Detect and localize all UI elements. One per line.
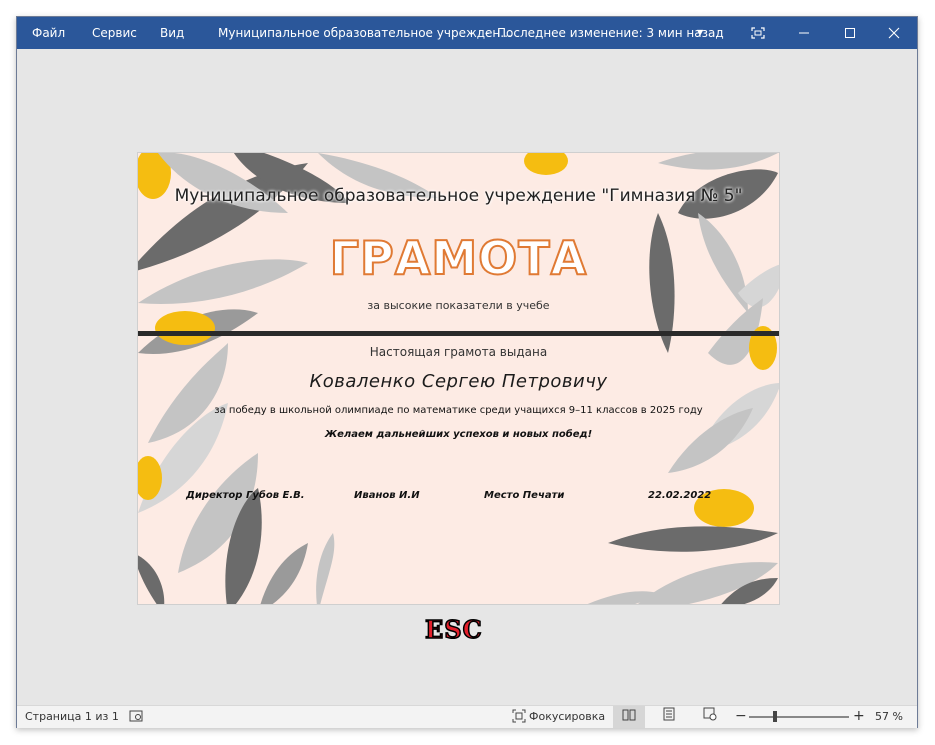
document-title[interactable]: Муниципальное образовательное учрежден..… — [218, 26, 512, 40]
zoom-slider-thumb[interactable] — [773, 711, 777, 722]
word-window: Файл Сервис Вид Муниципальное образовате… — [16, 16, 918, 728]
zoom-in-button[interactable]: + — [853, 708, 865, 724]
title-bar: Файл Сервис Вид Муниципальное образовате… — [17, 17, 917, 49]
accessibility-icon[interactable] — [129, 709, 143, 726]
read-mode-icon[interactable] — [613, 706, 645, 728]
recipient-name: Коваленко Сергею Петровичу — [309, 371, 608, 392]
teacher-signature: Иванов И.И — [354, 490, 420, 501]
print-layout-icon[interactable] — [653, 706, 685, 728]
menu-view[interactable]: Вид — [160, 26, 184, 40]
status-bar: Страница 1 из 1 Фокусировка − + 57 % — [17, 705, 917, 728]
certificate-heading: ГРАМОТА — [329, 230, 588, 286]
last-change-label[interactable]: Последнее изменение: 3 мин назад — [497, 26, 724, 40]
stamp-place: Место Печати — [484, 490, 565, 501]
menu-file[interactable]: Файл — [32, 26, 65, 40]
divider-line — [138, 331, 779, 336]
awarded-to-label: Настоящая грамота выдана — [369, 345, 548, 359]
title-separator: - — [485, 26, 490, 40]
certificate-date: 22.02.2022 — [648, 490, 712, 501]
maximize-icon[interactable] — [827, 17, 873, 49]
web-layout-icon[interactable] — [694, 706, 726, 728]
certificate-page: Муниципальное образовательное учреждение… — [137, 152, 780, 605]
menu-service[interactable]: Сервис — [92, 26, 137, 40]
document-area[interactable]: Муниципальное образовательное учреждение… — [17, 49, 917, 705]
chevron-down-icon[interactable]: ▼ — [697, 28, 703, 37]
certificate-subtitle: за высокие показатели в учебе — [367, 299, 550, 312]
esc-logo: ESC — [424, 614, 483, 645]
director-signature: Директор Губов Е.В. — [186, 490, 305, 501]
close-icon[interactable] — [871, 17, 917, 49]
minimize-icon[interactable] — [781, 17, 827, 49]
focus-mode-icon[interactable] — [735, 17, 781, 49]
focus-icon[interactable] — [512, 709, 526, 726]
award-reason: за победу в школьной олимпиаде по матема… — [214, 405, 703, 416]
wish-text: Желаем дальнейших успехов и новых побед! — [324, 429, 593, 440]
zoom-level[interactable]: 57 % — [875, 710, 903, 723]
zoom-out-button[interactable]: − — [735, 708, 747, 724]
school-name: Муниципальное образовательное учреждение… — [174, 186, 743, 206]
page-count[interactable]: Страница 1 из 1 — [25, 710, 119, 723]
zoom-slider[interactable] — [749, 716, 849, 718]
focus-button[interactable]: Фокусировка — [529, 710, 605, 723]
